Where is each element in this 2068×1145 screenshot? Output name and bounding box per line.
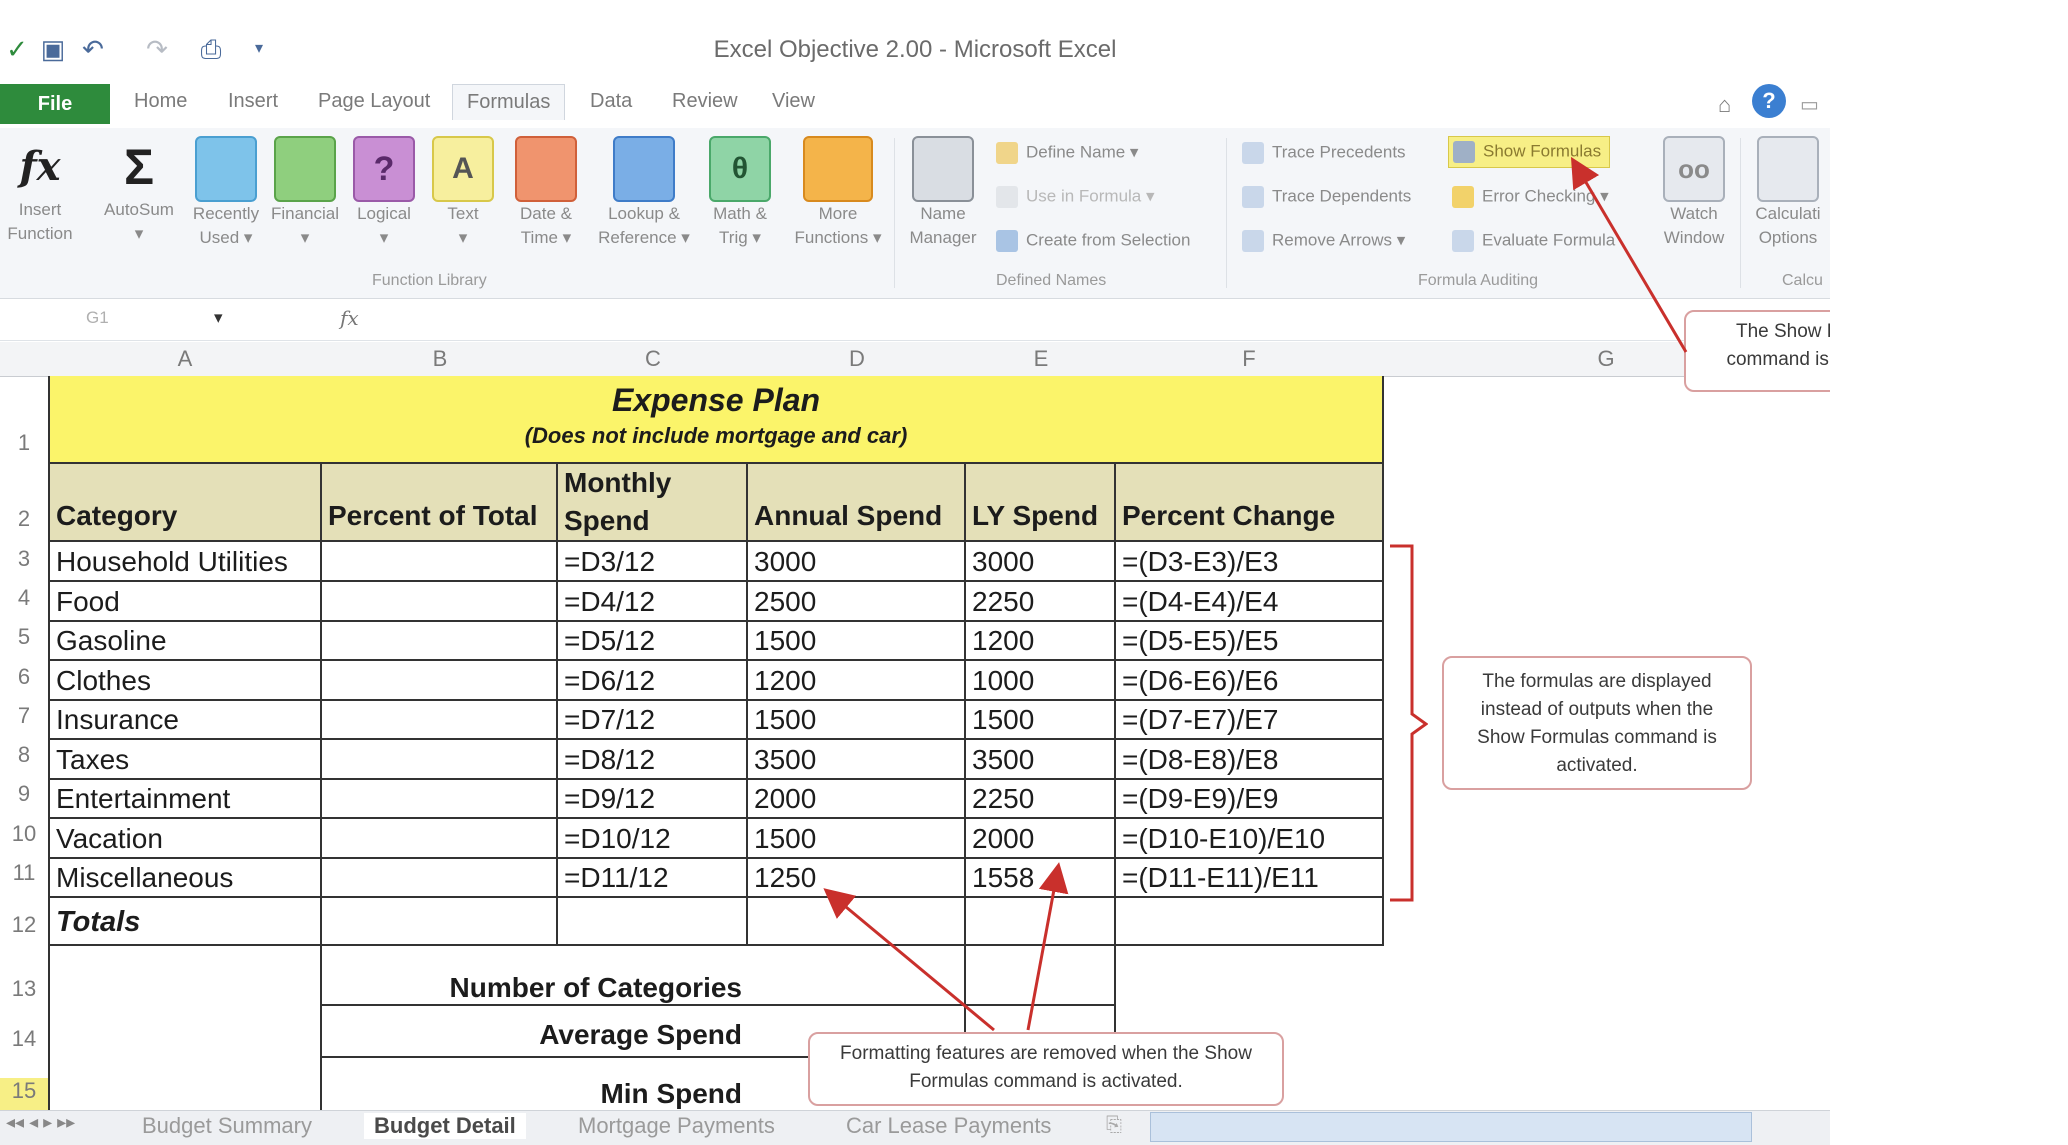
arrow-annual-spend bbox=[823, 888, 995, 1032]
arrow-show-formulas bbox=[1570, 156, 1688, 353]
callout-arrows bbox=[823, 156, 1688, 1032]
sheet-tab-car-lease-payments[interactable]: Car Lease Payments bbox=[846, 1113, 1051, 1139]
horizontal-scrollbar[interactable] bbox=[1150, 1112, 1752, 1142]
sheet-nav-arrows-icon[interactable]: ◂◂ ◂ ▸ ▸▸ bbox=[6, 1112, 75, 1133]
insert-sheet-icon[interactable]: ⎘ bbox=[1106, 1114, 1122, 1137]
sheet-tab-budget-summary[interactable]: Budget Summary bbox=[142, 1113, 312, 1139]
sheet-tab-mortgage-payments[interactable]: Mortgage Payments bbox=[578, 1113, 775, 1139]
sheet-tab-budget-detail[interactable]: Budget Detail bbox=[364, 1113, 526, 1139]
arrow-ly-spend bbox=[1026, 862, 1069, 1031]
excel-window: ✓ ▣ ↶ ↷ ⎙ ▾ Excel Objective 2.00 - Micro… bbox=[0, 0, 1830, 1145]
